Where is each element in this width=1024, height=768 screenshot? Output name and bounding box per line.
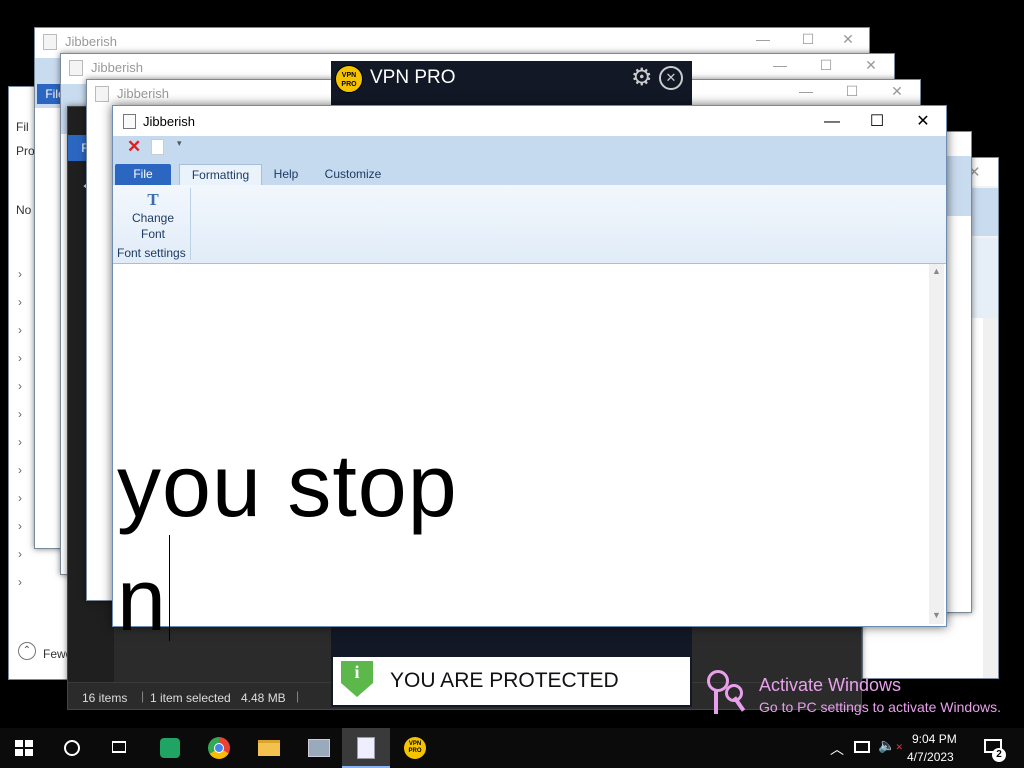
chevron-right-icon[interactable]: › bbox=[18, 435, 22, 449]
taskbar-sheets-app[interactable] bbox=[144, 728, 192, 768]
status-selected: 1 item selected bbox=[150, 691, 231, 705]
chevron-right-icon[interactable]: › bbox=[18, 575, 22, 589]
taskbar: VPN PRO ︿ 🔈✕ 9:04 PM 4/7/2023 2 bbox=[0, 728, 1024, 768]
status-size: 4.48 MB bbox=[241, 691, 286, 705]
clock-date[interactable]: 4/7/2023 bbox=[907, 750, 954, 764]
chevron-right-icon[interactable]: › bbox=[18, 463, 22, 477]
font-icon: T bbox=[147, 190, 159, 209]
app-icon bbox=[123, 114, 136, 129]
status-item-count: 16 items bbox=[82, 691, 128, 705]
minimize-button[interactable]: — bbox=[809, 108, 855, 136]
info-arrow-icon: i bbox=[337, 661, 377, 701]
ribbon-tabs: File Formatting Help Customize bbox=[113, 160, 946, 186]
notepad-icon bbox=[357, 737, 375, 759]
vpn-status-bar: i YOU ARE PROTECTED bbox=[331, 655, 692, 707]
chevron-right-icon[interactable]: › bbox=[18, 323, 22, 337]
windows-logo-icon bbox=[15, 740, 33, 756]
activate-windows-title: Activate Windows bbox=[759, 675, 902, 695]
chrome-icon bbox=[208, 737, 230, 759]
close-button[interactable]: ✕ bbox=[900, 108, 946, 136]
maximize-button[interactable]: ☐ bbox=[854, 108, 900, 136]
show-hidden-icons-chevron[interactable]: ︿ bbox=[830, 739, 844, 759]
vpn-pro-window-header: VPN PRO VPN PRO ⚙ ✕ bbox=[331, 61, 692, 105]
jibberish-editor-window: Jibberish — ☐ ✕ ✕ ▾ File Formatting Help… bbox=[112, 105, 947, 644]
chevron-right-icon[interactable]: › bbox=[18, 379, 22, 393]
vpn-pro-window-body bbox=[331, 625, 692, 655]
close-icon[interactable]: ✕ bbox=[659, 66, 683, 90]
new-document-icon[interactable] bbox=[151, 139, 164, 155]
vertical-scrollbar[interactable]: ▲ ▼ bbox=[929, 264, 944, 624]
vpn-logo-icon: VPN PRO bbox=[404, 737, 426, 759]
change-font-button[interactable]: T Change Font bbox=[117, 191, 189, 243]
font-settings-group-label: Font settings bbox=[117, 246, 186, 260]
scroll-up-icon[interactable]: ▲ bbox=[932, 266, 941, 276]
network-icon[interactable] bbox=[854, 741, 870, 753]
chevron-right-icon[interactable]: › bbox=[18, 295, 22, 309]
taskbar-jibberish[interactable] bbox=[342, 728, 390, 768]
taskbar-file-explorer[interactable] bbox=[245, 728, 293, 768]
chevron-right-icon[interactable]: › bbox=[18, 547, 22, 561]
vpn-title: VPN PRO bbox=[370, 67, 456, 88]
clock-time[interactable]: 9:04 PM bbox=[912, 732, 957, 746]
activate-windows-key-icon bbox=[705, 668, 753, 716]
file-tab[interactable]: File bbox=[115, 164, 171, 185]
document-line-1: you stop bbox=[117, 436, 458, 535]
document-area[interactable]: you stop n bbox=[113, 264, 929, 644]
chevron-right-icon[interactable]: › bbox=[18, 491, 22, 505]
tab-help[interactable]: Help bbox=[268, 164, 304, 185]
ribbon-panel: T Change Font Font settings bbox=[113, 185, 946, 264]
network-app-icon bbox=[308, 739, 330, 757]
start-button[interactable] bbox=[0, 728, 48, 768]
volume-muted-icon[interactable]: 🔈✕ bbox=[878, 737, 903, 754]
window-title: Jibberish bbox=[143, 114, 196, 129]
chevron-right-icon[interactable]: › bbox=[18, 267, 22, 281]
change-font-label-1: Change bbox=[131, 211, 175, 225]
search-circle-icon bbox=[64, 740, 80, 756]
search-button[interactable] bbox=[48, 728, 96, 768]
taskbar-vpn-pro[interactable]: VPN PRO bbox=[391, 728, 439, 768]
document-line-2: n bbox=[117, 550, 167, 649]
fewer-details-chevron-icon[interactable]: ⌃ bbox=[18, 642, 36, 660]
title-bar[interactable]: Jibberish — ☐ ✕ bbox=[113, 106, 946, 136]
taskbar-network-app[interactable] bbox=[294, 728, 342, 768]
scroll-down-icon[interactable]: ▼ bbox=[932, 610, 941, 620]
gear-icon[interactable]: ⚙ bbox=[631, 63, 653, 92]
chevron-right-icon[interactable]: › bbox=[18, 407, 22, 421]
tab-customize[interactable]: Customize bbox=[318, 164, 388, 185]
quick-access-toolbar: ✕ ▾ bbox=[113, 136, 946, 160]
sheets-icon bbox=[160, 738, 180, 758]
customize-qat-dropdown-icon[interactable]: ▾ bbox=[177, 138, 182, 149]
vpn-status-text: YOU ARE PROTECTED bbox=[390, 669, 619, 692]
delete-x-icon[interactable]: ✕ bbox=[127, 137, 141, 157]
chevron-right-icon[interactable]: › bbox=[18, 351, 22, 365]
activate-windows-subtitle: Go to PC settings to activate Windows. bbox=[759, 699, 1001, 715]
folder-icon bbox=[258, 740, 280, 756]
change-font-label-2: Font bbox=[140, 227, 165, 241]
text-cursor bbox=[169, 535, 170, 641]
chevron-right-icon[interactable]: › bbox=[18, 519, 22, 533]
task-view-button[interactable] bbox=[96, 728, 144, 768]
vpn-logo-icon: VPN PRO bbox=[335, 65, 363, 93]
notification-count-badge: 2 bbox=[992, 748, 1006, 762]
tab-formatting[interactable]: Formatting bbox=[179, 164, 262, 186]
taskbar-chrome[interactable] bbox=[196, 728, 244, 768]
task-view-icon bbox=[112, 741, 126, 753]
